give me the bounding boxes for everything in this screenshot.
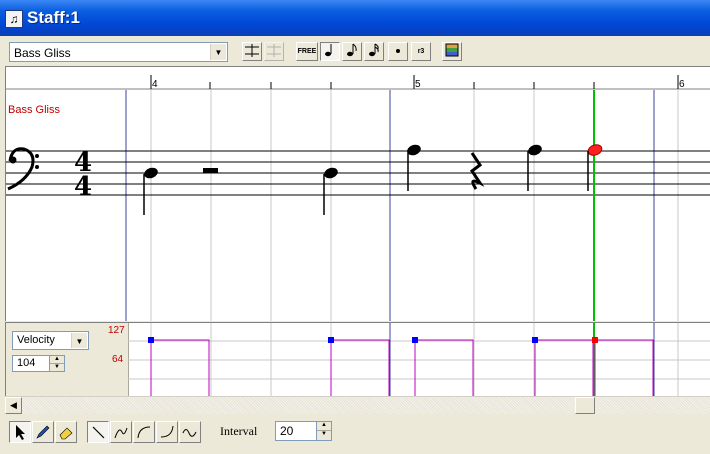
eraser-tool-button[interactable] bbox=[55, 421, 77, 443]
velocity-mode-value: Velocity bbox=[17, 334, 55, 346]
palette-icon bbox=[445, 43, 459, 57]
sine-wave-icon bbox=[182, 429, 197, 437]
spinner-down-icon[interactable]: ▼ bbox=[50, 364, 64, 372]
expand-staff-icon bbox=[245, 44, 259, 57]
velocity-mid-label: 64 bbox=[112, 354, 124, 365]
interval-value: 20 bbox=[280, 424, 294, 438]
velocity-graph[interactable] bbox=[128, 323, 710, 397]
interval-label: Interval bbox=[220, 424, 258, 438]
track-select-value: Bass Gliss bbox=[14, 46, 71, 60]
title-bar: ♫ Staff:1 bbox=[0, 0, 710, 36]
free-button[interactable]: FREE bbox=[296, 42, 318, 61]
velocity-spinner[interactable]: ▲ ▼ bbox=[50, 355, 65, 372]
pencil-icon bbox=[36, 425, 50, 439]
chevron-down-icon[interactable]: ▼ bbox=[71, 333, 87, 348]
select-tool-button[interactable] bbox=[9, 421, 31, 443]
spinner-up-icon[interactable]: ▲ bbox=[50, 356, 64, 364]
quarter-note-icon bbox=[325, 44, 332, 57]
time-signature-bottom: 4 bbox=[74, 172, 92, 202]
concave-curve-icon bbox=[137, 426, 151, 439]
freehand-curve-icon bbox=[114, 427, 128, 439]
staff-view[interactable]: 4 5 6 Bass Gliss 4 4 bbox=[5, 66, 710, 321]
ruler-background bbox=[6, 67, 710, 89]
velocity-handle[interactable] bbox=[148, 337, 154, 343]
velocity-handle[interactable] bbox=[532, 337, 538, 343]
chevron-down-icon[interactable]: ▼ bbox=[210, 44, 226, 60]
spinner-up-icon[interactable]: ▲ bbox=[317, 422, 331, 431]
color-options-button[interactable] bbox=[442, 42, 462, 61]
track-label: Bass Gliss bbox=[8, 104, 60, 116]
eighth-note-icon bbox=[347, 43, 357, 57]
interval-spinner[interactable]: ▲ ▼ bbox=[317, 421, 332, 441]
velocity-mode-select[interactable]: Velocity ▼ bbox=[12, 331, 89, 350]
velocity-handle-selected[interactable] bbox=[592, 337, 598, 343]
velocity-value: 104 bbox=[17, 357, 36, 369]
eraser-icon bbox=[59, 427, 73, 440]
staff-canvas[interactable]: 4 5 6 Bass Gliss 4 4 bbox=[6, 67, 710, 321]
arrow-pointer-icon bbox=[16, 425, 25, 440]
track-select[interactable]: Bass Gliss ▼ bbox=[9, 42, 228, 62]
sixteenth-note-icon bbox=[369, 43, 379, 57]
scrollbar-thumb[interactable] bbox=[575, 397, 595, 414]
collapse-staff-button[interactable] bbox=[264, 42, 284, 61]
eighth-note-button[interactable] bbox=[342, 42, 362, 61]
concave-curve-button[interactable] bbox=[133, 421, 155, 443]
interval-input[interactable]: 20 bbox=[275, 421, 317, 441]
window-title: Staff:1 bbox=[27, 8, 80, 27]
velocity-bars bbox=[150, 339, 654, 397]
expand-staff-button[interactable] bbox=[242, 42, 262, 61]
sixteenth-note-button[interactable] bbox=[364, 42, 384, 61]
velocity-gridlines bbox=[128, 323, 710, 397]
measure-number-6: 6 bbox=[679, 79, 685, 90]
app-music-icon: ♫ bbox=[5, 10, 23, 28]
line-icon bbox=[92, 426, 105, 439]
staff-lines bbox=[6, 150, 710, 196]
convex-curve-icon bbox=[160, 425, 174, 438]
velocity-handle[interactable] bbox=[328, 337, 334, 343]
quarter-note-button[interactable] bbox=[320, 42, 340, 61]
measure-number-4: 4 bbox=[152, 79, 158, 90]
triplet-label: r3 bbox=[417, 48, 425, 55]
measure-lines bbox=[125, 90, 655, 321]
pen-tool-button[interactable] bbox=[32, 421, 54, 443]
half-rest[interactable] bbox=[203, 168, 218, 173]
bass-clef-icon bbox=[7, 147, 39, 191]
convex-curve-button[interactable] bbox=[156, 421, 178, 443]
velocity-pane[interactable]: Velocity ▼ 104 ▲ ▼ 127 64 bbox=[5, 322, 710, 397]
dotted-note-button[interactable] bbox=[388, 42, 408, 61]
collapse-staff-icon bbox=[267, 44, 281, 57]
velocity-handle[interactable] bbox=[412, 337, 418, 343]
velocity-max-label: 127 bbox=[108, 325, 125, 336]
velocity-value-input[interactable]: 104 bbox=[12, 355, 50, 372]
velocity-controls: Velocity ▼ 104 ▲ ▼ 127 64 bbox=[6, 323, 129, 397]
line-tool-button[interactable] bbox=[87, 421, 109, 443]
freehand-tool-button[interactable] bbox=[110, 421, 132, 443]
dot-icon bbox=[396, 49, 400, 53]
spinner-down-icon[interactable]: ▼ bbox=[317, 431, 331, 440]
measure-number-5: 5 bbox=[415, 79, 421, 90]
beat-gridlines bbox=[150, 90, 679, 321]
triplet-button[interactable]: r3 bbox=[411, 42, 431, 61]
scroll-left-icon[interactable]: ◀ bbox=[5, 397, 22, 414]
sine-curve-button[interactable] bbox=[179, 421, 201, 443]
horizontal-scrollbar[interactable]: ◀ bbox=[5, 396, 710, 415]
